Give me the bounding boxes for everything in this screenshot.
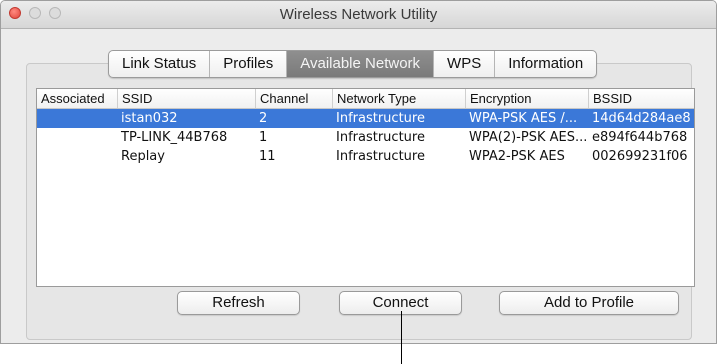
- add-to-profile-button[interactable]: Add to Profile: [499, 291, 679, 315]
- cell-encryption: WPA(2)-PSK AES...: [469, 130, 588, 145]
- cell-channel: 11: [259, 149, 276, 164]
- column-header-bssid[interactable]: BSSID: [588, 89, 694, 108]
- table-header: Associated SSID Channel Network Type Enc…: [37, 89, 694, 109]
- tab-information[interactable]: Information: [495, 51, 596, 77]
- cell-network-type: Infrastructure: [336, 111, 425, 126]
- tab-wps[interactable]: WPS: [434, 51, 496, 77]
- cell-ssid: istan032: [121, 111, 178, 126]
- network-table: Associated SSID Channel Network Type Enc…: [36, 88, 695, 287]
- column-header-encryption[interactable]: Encryption: [465, 89, 588, 108]
- cell-ssid: TP-LINK_44B768: [121, 130, 228, 145]
- cell-bssid: e894f644b768: [592, 130, 688, 145]
- title-bar[interactable]: Wireless Network Utility: [1, 1, 716, 29]
- cell-ssid: Replay: [121, 149, 165, 164]
- table-row[interactable]: istan032 2 Infrastructure WPA-PSK AES /.…: [37, 109, 694, 128]
- refresh-button[interactable]: Refresh: [177, 291, 300, 315]
- app-window: Wireless Network Utility Link Status Pro…: [0, 0, 717, 344]
- cell-encryption: WPA2-PSK AES: [469, 149, 565, 164]
- column-header-ssid[interactable]: SSID: [117, 89, 255, 108]
- cell-bssid: 14d64d284ae8: [592, 111, 691, 126]
- table-row[interactable]: Replay 11 Infrastructure WPA2-PSK AES 00…: [37, 147, 694, 166]
- column-header-network-type[interactable]: Network Type: [332, 89, 465, 108]
- cell-encryption: WPA-PSK AES /...: [469, 111, 578, 126]
- window-title: Wireless Network Utility: [279, 6, 438, 23]
- callout-pointer-line: [401, 311, 402, 364]
- tab-link-status[interactable]: Link Status: [109, 51, 211, 77]
- cell-associated: [37, 109, 117, 128]
- cell-channel: 1: [259, 130, 268, 145]
- tab-profiles[interactable]: Profiles: [210, 51, 288, 77]
- cell-network-type: Infrastructure: [336, 130, 425, 145]
- cell-channel: 2: [259, 111, 268, 126]
- tab-available-network[interactable]: Available Network: [287, 51, 435, 77]
- cell-network-type: Infrastructure: [336, 149, 425, 164]
- cell-bssid: 002699231f06: [592, 149, 688, 164]
- column-header-associated[interactable]: Associated: [37, 89, 117, 108]
- tab-bar: Link Status Profiles Available Network W…: [108, 50, 598, 78]
- column-header-channel[interactable]: Channel: [255, 89, 332, 108]
- table-row[interactable]: TP-LINK_44B768 1 Infrastructure WPA(2)-P…: [37, 128, 694, 147]
- cell-associated: [37, 128, 117, 147]
- cell-associated: [37, 147, 117, 166]
